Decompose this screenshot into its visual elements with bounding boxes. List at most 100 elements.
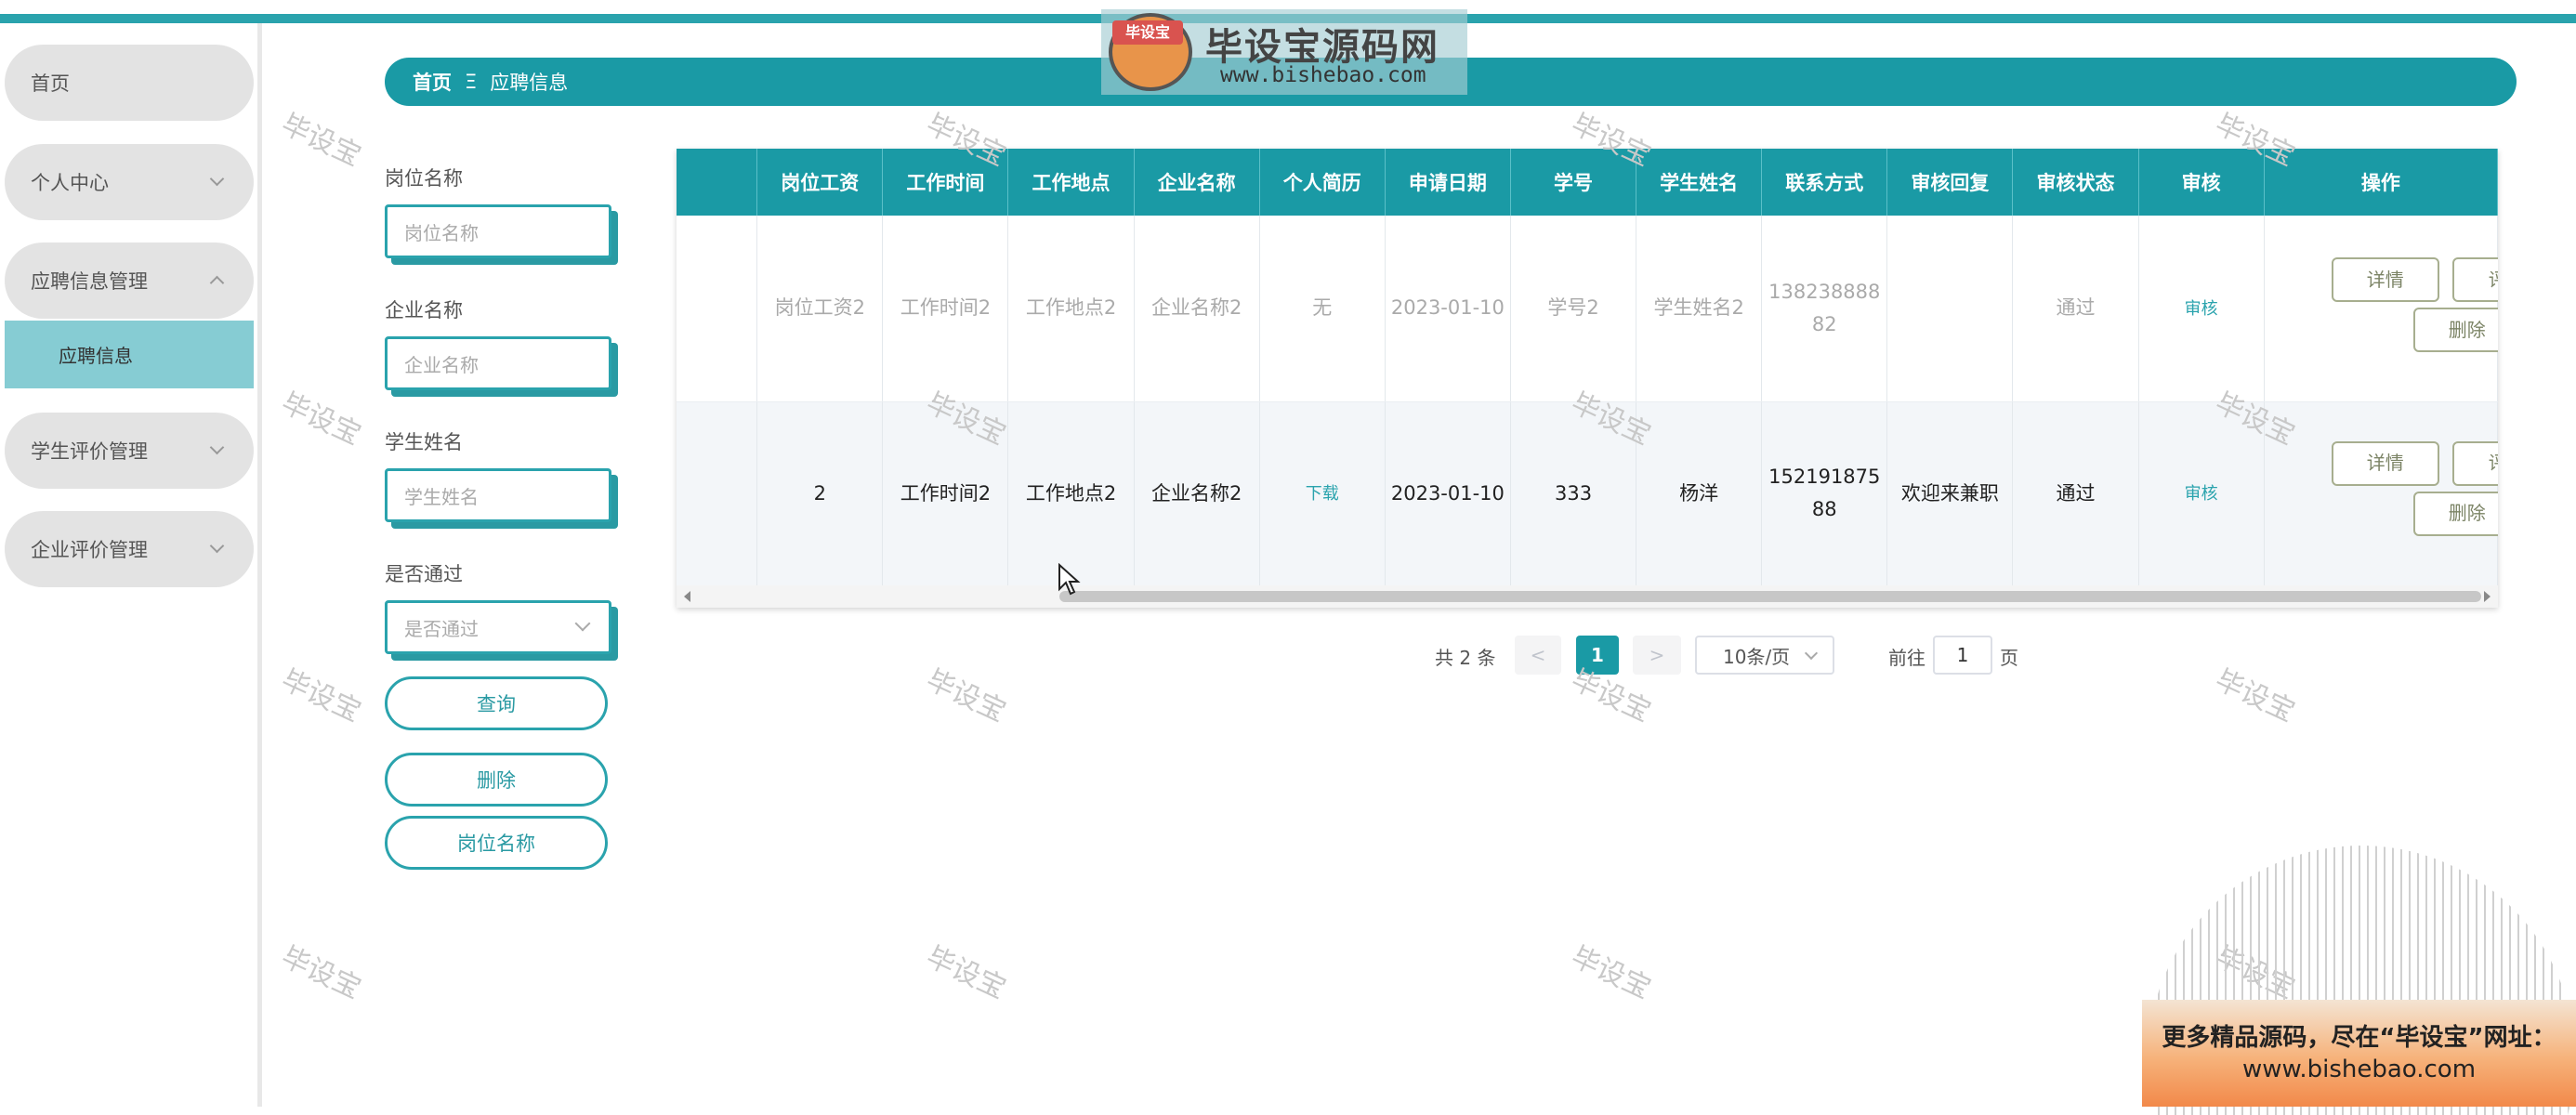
column-header: 审核: [2138, 149, 2265, 216]
column-header: 工作地点: [1007, 149, 1135, 216]
goto-prefix: 前往: [1888, 647, 1925, 669]
status-cell: 通过: [2012, 401, 2139, 585]
company-input[interactable]: 企业名称: [385, 336, 611, 390]
sidebar: 首页 个人中心 应聘信息管理 应聘信息 学生评价管理 企业评价管理: [0, 23, 262, 1107]
review-link[interactable]: 审核: [2185, 484, 2218, 504]
column-header: 联系方式: [1761, 149, 1888, 216]
recruitment-table: 岗位工资 工作时间 工作地点 企业名称 个人简历 申请日期 学号 学生姓名 联系…: [677, 149, 2498, 608]
chevron-down-icon: [209, 439, 225, 455]
promo-banner: 更多精品源码，尽在“毕设宝”网址： www.bishebao.com: [2142, 1000, 2576, 1107]
table-row: 岗位工资2 工作时间2 工作地点2 企业名称2 无 2023-01-10 学号2…: [677, 216, 2498, 402]
horizontal-scrollbar[interactable]: [677, 585, 2498, 608]
passed-label: 是否通过: [385, 563, 463, 585]
page-size-select[interactable]: 10条/页: [1695, 636, 1834, 675]
column-header: 申请日期: [1385, 149, 1511, 216]
pagination-total: 共 2 条: [1435, 647, 1496, 669]
column-header: 企业名称: [1134, 149, 1260, 216]
goto-suffix: 页: [2000, 647, 2018, 669]
review-cell: 审核: [2138, 216, 2265, 402]
column-header: 审核状态: [2012, 149, 2139, 216]
sidebar-item-personal-center[interactable]: 个人中心: [5, 144, 254, 220]
chevron-down-icon: [1804, 646, 1819, 661]
site-logo: 毕设宝 毕设宝源码网 www.bishebao.com: [1101, 9, 1467, 95]
watermark-text: 毕设宝: [1566, 940, 1656, 1006]
sidebar-item-label: 应聘信息管理: [31, 270, 148, 293]
column-header: 操作: [2264, 149, 2498, 216]
column-header: 个人简历: [1259, 149, 1386, 216]
scroll-left-icon[interactable]: [684, 591, 690, 602]
logo-url: www.bishebao.com: [1220, 63, 1426, 87]
next-page-button[interactable]: >: [1633, 636, 1681, 675]
select-column-header: [677, 149, 758, 216]
page-size-value: 10条/页: [1723, 645, 1791, 668]
sidebar-item-label: 首页: [31, 72, 70, 95]
sidebar-item-company-evaluation[interactable]: 企业评价管理: [5, 511, 254, 587]
watermark-text: 毕设宝: [276, 108, 366, 174]
scroll-right-icon[interactable]: [2484, 591, 2491, 602]
row-delete-button[interactable]: 删除: [2412, 308, 2498, 353]
position-name-button[interactable]: 岗位名称: [385, 816, 608, 870]
company-label: 企业名称: [385, 299, 463, 321]
position-input[interactable]: 岗位名称: [385, 204, 611, 258]
column-header: 学生姓名: [1636, 149, 1763, 216]
watermark-text: 毕设宝: [921, 940, 1011, 1006]
detail-button[interactable]: 详情: [2331, 440, 2439, 486]
date-cell: 2023-01-10: [1385, 216, 1511, 402]
sidebar-item-home[interactable]: 首页: [5, 45, 254, 121]
query-button[interactable]: 查询: [385, 676, 608, 730]
student-name-cell: 杨洋: [1636, 401, 1763, 585]
promo-url: www.bishebao.com: [2241, 1056, 2477, 1083]
column-header: 岗位工资: [756, 149, 884, 216]
column-header: 审核回复: [1886, 149, 2014, 216]
watermark-text: 毕设宝: [2210, 663, 2300, 729]
company-placeholder: 企业名称: [404, 353, 479, 376]
location-cell: 工作地点2: [1007, 216, 1135, 402]
chevron-down-icon: [209, 171, 225, 187]
reply-cell: 欢迎来兼职: [1886, 401, 2014, 585]
resume-cell: 无: [1259, 216, 1386, 402]
chevron-down-icon: [209, 538, 225, 554]
mouse-cursor-icon: [1058, 563, 1081, 596]
review-link[interactable]: 审核: [2185, 299, 2218, 319]
row-delete-button[interactable]: 删除: [2412, 491, 2498, 536]
student-name-placeholder: 学生姓名: [404, 485, 479, 508]
table-header-row: 岗位工资 工作时间 工作地点 企业名称 个人简历 申请日期 学号 学生姓名 联系…: [677, 149, 2498, 216]
contact-cell: 13823888882: [1761, 216, 1888, 402]
sidebar-item-student-evaluation[interactable]: 学生评价管理: [5, 413, 254, 489]
reply-cell: [1886, 216, 2014, 402]
delete-button[interactable]: 删除: [385, 753, 608, 807]
chevron-down-icon: [574, 615, 591, 632]
sidebar-item-label: 个人中心: [31, 172, 109, 194]
promo-line-1: 更多精品源码，尽在“毕设宝”网址：: [2162, 1024, 2556, 1052]
sidebar-item-recruitment-management[interactable]: 应聘信息管理: [5, 243, 254, 319]
breadcrumb-home[interactable]: 首页: [413, 68, 452, 96]
actions-cell: 详情 评价学生 删除: [2264, 401, 2498, 585]
sidebar-subitem-recruitment-info[interactable]: 应聘信息: [5, 321, 254, 388]
row-select-cell[interactable]: [677, 401, 758, 585]
watermark-text: 毕设宝: [276, 940, 366, 1006]
detail-button[interactable]: 详情: [2331, 257, 2439, 303]
sidebar-subitem-label: 应聘信息: [59, 345, 133, 367]
evaluate-student-button[interactable]: 评价学生: [2451, 440, 2498, 486]
student-id-cell: 学号2: [1510, 216, 1637, 402]
prev-page-button[interactable]: <: [1515, 636, 1561, 675]
goto-page-input[interactable]: 1: [1933, 636, 1992, 675]
passed-placeholder: 是否通过: [404, 617, 479, 640]
position-placeholder: 岗位名称: [404, 221, 479, 244]
breadcrumb-current: 应聘信息: [490, 72, 569, 94]
company-cell: 企业名称2: [1134, 216, 1260, 402]
work-time-cell: 工作时间2: [882, 216, 1009, 402]
chevron-up-icon: [209, 272, 225, 291]
date-cell: 2023-01-10: [1385, 401, 1511, 585]
row-select-cell[interactable]: [677, 216, 758, 402]
passed-select[interactable]: 是否通过: [385, 600, 611, 654]
watermark-text: 毕设宝: [276, 387, 366, 453]
resume-download-link[interactable]: 下载: [1306, 484, 1339, 504]
contact-cell: 15219187588: [1761, 401, 1888, 585]
watermark-text: 毕设宝: [921, 663, 1011, 729]
scrollbar-thumb[interactable]: [1059, 591, 2481, 602]
student-name-input[interactable]: 学生姓名: [385, 468, 611, 522]
evaluate-student-button[interactable]: 评价学生: [2451, 257, 2498, 303]
company-cell: 企业名称2: [1134, 401, 1260, 585]
location-cell: 工作地点2: [1007, 401, 1135, 585]
